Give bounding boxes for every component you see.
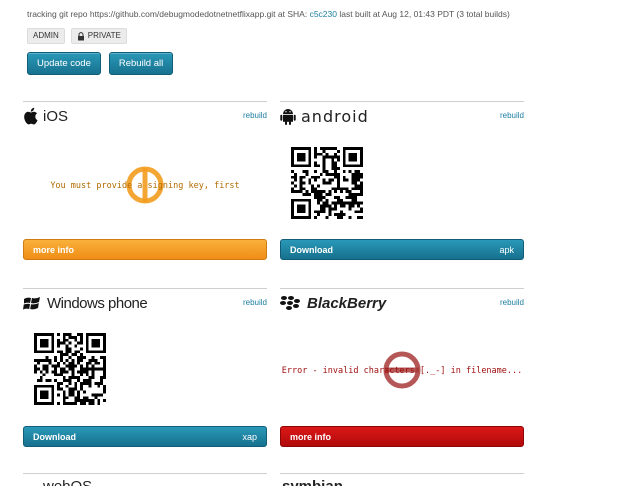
sha-link[interactable]: c5c230 — [310, 9, 337, 19]
blackberry-rebuild-link[interactable]: rebuild — [500, 298, 524, 307]
ios-message: You must provide a signing key, first — [50, 181, 240, 191]
card-android-body — [280, 130, 524, 240]
card-blackberry: BlackBerry rebuild Error - invalid chara… — [280, 288, 524, 457]
lock-icon — [77, 31, 84, 40]
card-ios: iOS rebuild You must provide a signing k… — [23, 101, 267, 270]
card-ios-body: You must provide a signing key, first — [23, 130, 267, 240]
ios-button-label: more info — [33, 244, 75, 255]
card-blackberry-header: BlackBerry rebuild — [280, 289, 524, 317]
android-rebuild-link[interactable]: rebuild — [500, 111, 524, 120]
winphone-qr-code[interactable] — [34, 333, 106, 405]
android-robot-icon — [280, 108, 296, 125]
winphone-name: Windows phone — [47, 294, 148, 312]
winphone-button-label: Download — [33, 431, 76, 442]
admin-badge: ADMIN — [27, 28, 65, 44]
badges: ADMIN PRIVATE — [27, 28, 127, 44]
blackberry-more-info-button[interactable]: more info — [280, 426, 524, 447]
private-badge-label: PRIVATE — [87, 31, 121, 40]
android-button-ext: apk — [499, 244, 514, 255]
winphone-button-ext: xap — [242, 431, 257, 442]
card-winphone: Windows phone rebuild Download xap — [23, 288, 267, 457]
card-symbian: symbian — [280, 473, 524, 486]
android-button-label: Download — [290, 244, 333, 255]
blackberry-logo: BlackBerry — [280, 293, 386, 313]
blackberry-message: Error - invalid characters [._-] in file… — [281, 366, 523, 376]
repo-info: tracking git repo https://github.com/deb… — [27, 9, 510, 19]
winphone-download-button[interactable]: Download xap — [23, 426, 267, 447]
admin-badge-label: ADMIN — [33, 31, 59, 40]
card-android-header: android rebuild — [280, 102, 524, 130]
ios-rebuild-link[interactable]: rebuild — [243, 111, 267, 120]
android-logo: android — [280, 106, 369, 126]
blackberry-button-label: more info — [290, 431, 332, 442]
windows-flag-icon — [23, 296, 40, 309]
card-winphone-body — [23, 317, 267, 427]
apple-icon — [24, 107, 38, 125]
repo-info-prefix: tracking git repo https://github.com/deb… — [27, 9, 308, 19]
ios-name: iOS — [43, 107, 69, 125]
android-name: android — [301, 106, 369, 126]
blackberry-icon — [280, 296, 300, 310]
blackberry-name: BlackBerry — [307, 294, 387, 312]
card-blackberry-body: Error - invalid characters [._-] in file… — [280, 317, 524, 427]
rebuild-all-button[interactable]: Rebuild all — [108, 52, 174, 75]
private-badge: PRIVATE — [70, 28, 127, 44]
update-code-button[interactable]: Update code — [27, 52, 101, 75]
android-download-button[interactable]: Download apk — [280, 239, 524, 260]
winphone-logo: Windows phone — [23, 293, 148, 313]
android-qr-code[interactable] — [291, 147, 363, 219]
card-webos: webOS — [23, 473, 267, 486]
repo-info-suffix: last built at Aug 12, 01:43 PDT (3 total… — [339, 9, 510, 19]
actions: Update code Rebuild all — [27, 52, 174, 75]
ios-logo: iOS — [23, 106, 68, 126]
winphone-rebuild-link[interactable]: rebuild — [243, 298, 267, 307]
ios-more-info-button[interactable]: more info — [23, 239, 267, 260]
card-ios-header: iOS rebuild — [23, 102, 267, 130]
card-winphone-header: Windows phone rebuild — [23, 289, 267, 317]
card-android: android rebuild Download apk — [280, 101, 524, 270]
